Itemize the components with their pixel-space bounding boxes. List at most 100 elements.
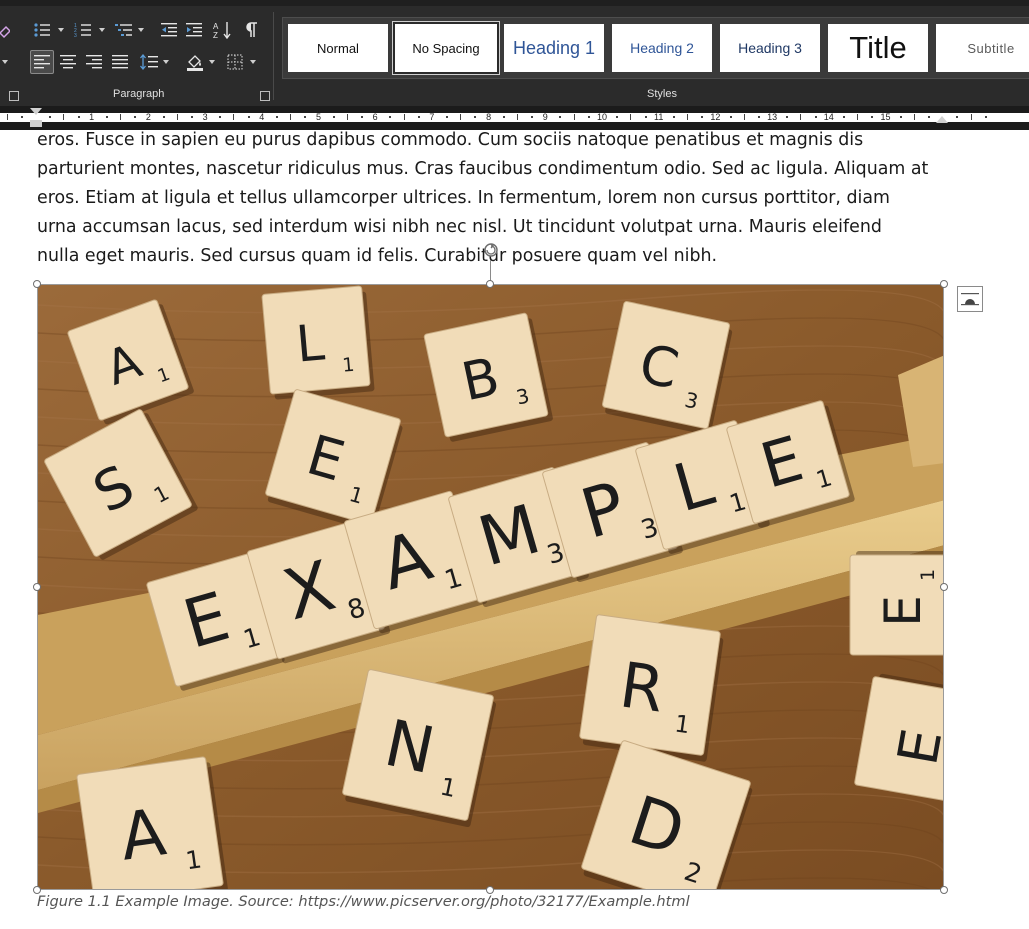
style-heading-2[interactable]: Heading 2 <box>612 24 712 72</box>
ribbon-top-edge <box>0 0 1029 6</box>
decrease-indent-button[interactable] <box>158 19 180 41</box>
ruler-tick <box>729 116 732 118</box>
ruler-number: 12 <box>710 112 721 122</box>
style-no-spacing[interactable]: No Spacing <box>395 24 497 72</box>
ruler-number: 1 <box>89 112 95 122</box>
layout-options-icon <box>961 293 979 306</box>
ruler-tick <box>275 116 278 118</box>
scrabble-tiles-photo: A 1L 1 B 3 C3S 1E1R 1N1 D2A 1E1E1 E 1X 8A 1 M3 P 3L 1 E 1 <box>38 285 943 889</box>
resize-handle-top-right[interactable] <box>940 280 948 288</box>
ruler-number: 10 <box>596 112 608 122</box>
ruler-number: 13 <box>767 112 778 122</box>
ruler-tick <box>757 116 760 118</box>
ruler-tick <box>190 116 193 118</box>
chevron-down-icon[interactable] <box>163 60 169 64</box>
ruler-tick <box>417 116 420 118</box>
resize-handle-top-left[interactable] <box>33 280 41 288</box>
ruler-tick <box>162 116 165 118</box>
ruler-tick <box>446 116 449 118</box>
format-painter-icon[interactable] <box>0 22 10 44</box>
style-heading-3[interactable]: Heading 3 <box>720 24 820 72</box>
bullets-icon <box>34 23 50 37</box>
chevron-down-icon[interactable] <box>58 28 64 32</box>
resize-handle-left[interactable] <box>33 583 41 591</box>
ruler-tick <box>233 114 235 120</box>
ruler-tick <box>105 116 108 118</box>
line-spacing-button[interactable] <box>138 51 160 73</box>
ruler-tick <box>573 114 575 120</box>
ruler-number: 4 <box>259 112 265 122</box>
left-indent-marker[interactable] <box>30 120 42 127</box>
style-subtitle[interactable]: Subtitle <box>936 24 1029 72</box>
ruler-tick <box>616 116 619 118</box>
resize-handle-right[interactable] <box>940 583 948 591</box>
chevron-down-icon[interactable] <box>250 60 256 64</box>
rotate-icon[interactable] <box>482 241 500 259</box>
chevron-down-icon[interactable] <box>138 28 144 32</box>
chevron-down-icon[interactable] <box>2 60 8 64</box>
inserted-picture[interactable]: A1L1B3C3S1E1R1N1D2A1E1E1 E1X8A1M3P3L1E1 <box>37 284 944 890</box>
ruler-number: 2 <box>145 112 151 122</box>
ruler-tick <box>630 114 632 120</box>
justify-icon <box>112 55 128 69</box>
style-normal[interactable]: Normal <box>288 24 388 72</box>
chevron-down-icon[interactable] <box>209 60 215 64</box>
paragraph-group-label: Paragraph <box>113 88 165 100</box>
bullets-button[interactable] <box>31 19 53 41</box>
justify-button[interactable] <box>109 51 131 73</box>
show-formatting-marks-button[interactable] <box>241 19 263 41</box>
ruler-tick <box>970 114 972 120</box>
scrabble-tile: B3 <box>423 312 553 442</box>
ruler-tick <box>389 116 392 118</box>
horizontal-ruler[interactable]: 1 2 3 4 5 6 7 8 9 10 11 12 13 14 15 <box>0 106 1029 130</box>
shading-button[interactable] <box>184 51 206 73</box>
align-left-button[interactable] <box>30 50 54 74</box>
chevron-down-icon[interactable] <box>99 28 105 32</box>
resize-handle-bottom-right[interactable] <box>940 886 948 894</box>
ruler-tick <box>786 116 789 118</box>
shading-icon <box>187 55 203 71</box>
resize-handle-top[interactable] <box>486 280 494 288</box>
figure-caption[interactable]: Figure 1.1 Example Image. Source: https:… <box>37 893 690 910</box>
font-dialog-launcher-icon[interactable] <box>9 91 19 101</box>
document-page[interactable]: eros. Fusce in sapien eu purus dapibus c… <box>0 130 1029 929</box>
paragraph-dialog-launcher-icon[interactable] <box>260 91 270 101</box>
layout-options-button[interactable] <box>957 286 983 312</box>
style-title[interactable]: Title <box>828 24 928 72</box>
ruler-tick <box>332 116 335 118</box>
ruler-tick <box>304 116 307 118</box>
ruler-tick <box>672 116 675 118</box>
right-indent-marker[interactable] <box>936 116 948 123</box>
numbering-icon: 1 2 3 <box>74 23 91 38</box>
ruler-tick <box>687 114 689 120</box>
align-right-button[interactable] <box>83 51 105 73</box>
group-separator <box>273 12 274 100</box>
scrabble-tile: N1 <box>342 669 497 828</box>
first-line-indent-marker[interactable] <box>30 108 42 115</box>
ruler-tick <box>984 116 987 118</box>
ruler-tick <box>559 116 562 118</box>
multilevel-list-icon <box>115 24 132 36</box>
ruler-tick <box>928 116 931 118</box>
align-center-button[interactable] <box>57 51 79 73</box>
style-heading-1[interactable]: Heading 1 <box>504 24 604 72</box>
ruler-number: 7 <box>429 112 435 122</box>
numbering-button[interactable]: 1 2 3 <box>72 19 94 41</box>
increase-indent-button[interactable] <box>183 19 205 41</box>
body-line: urna accumsan lacus, sed interdum wisi n… <box>37 217 882 237</box>
ruler-number: 3 <box>202 112 208 122</box>
sort-button[interactable]: A Z <box>212 19 234 41</box>
borders-icon <box>227 54 243 70</box>
ruler-tick <box>219 116 222 118</box>
increase-indent-icon <box>186 23 202 37</box>
ruler-number: 11 <box>654 112 664 122</box>
scrabble-tile: R1 <box>579 614 724 762</box>
multilevel-list-button[interactable] <box>113 19 135 41</box>
show-formatting-marks-icon <box>246 22 257 37</box>
line-spacing-icon <box>140 54 158 70</box>
styles-group-label: Styles <box>647 88 677 100</box>
ruler-tick <box>134 116 137 118</box>
body-line: nulla eget mauris. Sed cursus quam id fe… <box>37 246 718 266</box>
body-line: parturient montes, nascetur ridiculus mu… <box>37 159 929 179</box>
borders-button[interactable] <box>224 51 246 73</box>
